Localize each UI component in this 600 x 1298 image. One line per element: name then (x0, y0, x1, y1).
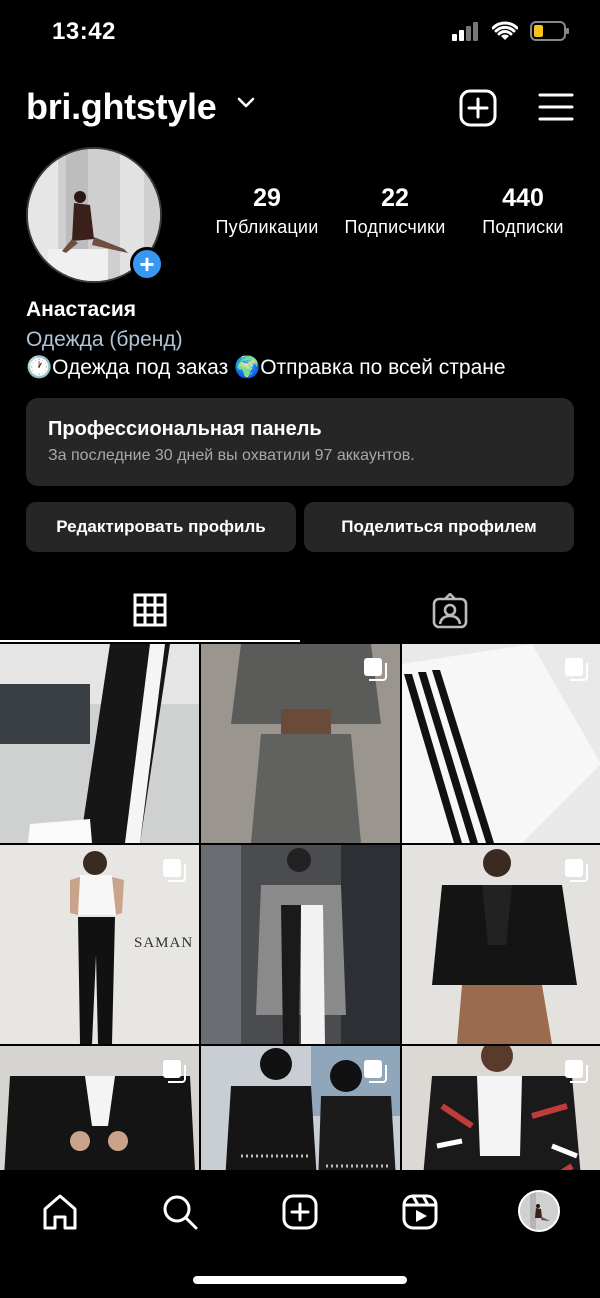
stat-followers-label: Подписчики (344, 217, 446, 237)
nav-profile[interactable] (518, 1190, 560, 1232)
post-thumbnail[interactable] (201, 845, 400, 1044)
search-icon (163, 1195, 198, 1230)
nav-reels[interactable] (400, 1192, 440, 1232)
stat-followers[interactable]: 22 Подписчики (334, 184, 456, 238)
stat-followers-value: 22 (381, 184, 409, 212)
post-thumbnail[interactable] (402, 644, 600, 843)
tab-tagged[interactable] (300, 580, 600, 642)
multi-photo-icon (163, 859, 186, 882)
nav-create[interactable] (280, 1192, 320, 1232)
profile-avatar[interactable]: + (26, 147, 164, 283)
profile-header: bri.ghtstyle (0, 82, 600, 136)
grid-icon (133, 593, 167, 627)
tagged-icon (432, 593, 468, 629)
multi-photo-icon (565, 859, 588, 882)
stat-posts-value: 29 (253, 184, 281, 212)
battery-icon (530, 21, 569, 41)
stat-posts[interactable]: 29 Публикации (200, 184, 334, 238)
stat-following-label: Подписки (482, 217, 564, 237)
share-profile-button[interactable]: Поделиться профилем (304, 502, 574, 552)
profile-category: Одежда (бренд) (26, 328, 183, 351)
signal-icon (452, 22, 478, 41)
multi-photo-icon (565, 658, 588, 681)
post-thumbnail[interactable] (201, 644, 400, 843)
multi-photo-icon (163, 1060, 186, 1083)
add-post-icon (282, 1194, 318, 1230)
profile-tabs (0, 580, 600, 642)
pro-panel-title: Профессиональная панель (48, 418, 322, 440)
status-bar: 13:42 (0, 0, 600, 64)
status-time: 13:42 (52, 18, 116, 45)
post-image (201, 845, 400, 1044)
chevron-down-icon[interactable] (236, 96, 256, 110)
username[interactable]: bri.ghtstyle (26, 86, 217, 128)
post-thumbnail[interactable] (402, 1046, 600, 1170)
profile-stats: 29 Публикации 22 Подписчики 440 Подписки (200, 184, 590, 238)
stat-following-value: 440 (502, 184, 544, 212)
professional-dashboard[interactable]: Профессиональная панель За последние 30 … (26, 398, 574, 486)
nav-search[interactable] (160, 1192, 200, 1232)
post-thumbnail[interactable] (402, 845, 600, 1044)
posts-grid: SAMAN (0, 644, 600, 1170)
nav-home[interactable] (40, 1192, 80, 1232)
multi-photo-icon (364, 1060, 387, 1083)
profile-avatar-icon (520, 1192, 558, 1230)
multi-photo-icon (565, 1060, 588, 1083)
post-thumbnail[interactable] (0, 644, 199, 843)
multi-photo-icon (364, 658, 387, 681)
post-thumbnail[interactable]: SAMAN (0, 845, 199, 1044)
tab-posts-grid[interactable] (0, 580, 300, 642)
post-thumbnail[interactable] (201, 1046, 400, 1170)
status-icons (452, 20, 570, 42)
profile-bio: 🕐Одежда под заказ 🌍Отправка по всей стра… (26, 356, 506, 379)
pro-panel-subtitle: За последние 30 дней вы охватили 97 акка… (48, 447, 415, 464)
profile-name: Анастасия (26, 298, 137, 321)
post-image (0, 644, 199, 843)
add-story-button[interactable]: + (130, 247, 164, 281)
home-icon (43, 1194, 77, 1230)
stat-posts-label: Публикации (215, 217, 319, 237)
watermark-saman: SAMAN (134, 935, 194, 951)
reels-icon (402, 1194, 438, 1230)
wifi-icon (492, 21, 518, 40)
menu-icon[interactable] (538, 92, 574, 122)
stat-following[interactable]: 440 Подписки (456, 184, 590, 238)
post-thumbnail[interactable] (0, 1046, 199, 1170)
home-indicator (193, 1276, 407, 1284)
add-post-icon[interactable] (458, 88, 498, 128)
edit-profile-button[interactable]: Редактировать профиль (26, 502, 296, 552)
